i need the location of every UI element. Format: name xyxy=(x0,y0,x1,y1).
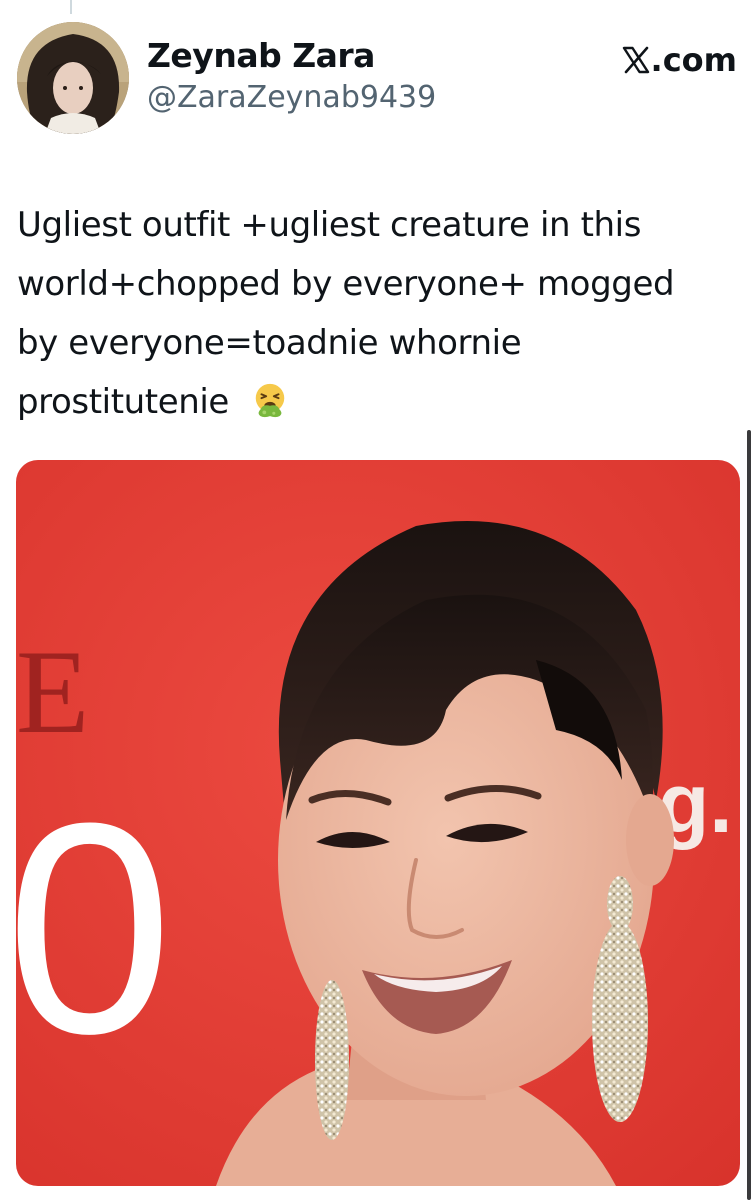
author-display-name[interactable]: Zeynab Zara xyxy=(147,36,436,76)
photo-image: E 0 g. xyxy=(16,460,740,1186)
tweet-media-photo[interactable]: E 0 g. xyxy=(16,460,740,1186)
tweet-text-line: Ugliest outfit +ugliest creature in this xyxy=(17,205,642,245)
author-avatar[interactable] xyxy=(17,22,129,134)
tweet-text-line: by everyone=toadnie whornie xyxy=(17,323,522,363)
backdrop-digit: 0 xyxy=(16,760,173,1096)
tweet-text-line: world+chopped by everyone+ mogged xyxy=(17,264,675,304)
tweet-text-line-last: prostitutenie xyxy=(17,373,733,432)
tweet-screenshot: Zeynab Zara @ZaraZeynab9439 .com Ugliest… xyxy=(0,0,756,1200)
x-brand-text: .com xyxy=(650,41,737,79)
backdrop-letter-e: E xyxy=(16,625,89,758)
tweet-text-word: prostitutenie xyxy=(17,382,229,422)
vertical-scrollbar[interactable] xyxy=(747,430,751,1200)
vomiting-face-emoji-icon xyxy=(255,383,285,418)
avatar-photo-icon xyxy=(17,22,129,134)
tweet-body: Ugliest outfit +ugliest creature in this… xyxy=(17,196,733,432)
x-logo-icon xyxy=(622,46,649,74)
tweet-header: Zeynab Zara @ZaraZeynab9439 .com xyxy=(17,20,737,138)
thread-connector-line xyxy=(70,0,72,14)
x-brand-link[interactable]: .com xyxy=(621,40,737,80)
author-handle[interactable]: @ZaraZeynab9439 xyxy=(147,78,436,118)
author-names: Zeynab Zara @ZaraZeynab9439 xyxy=(147,36,436,118)
